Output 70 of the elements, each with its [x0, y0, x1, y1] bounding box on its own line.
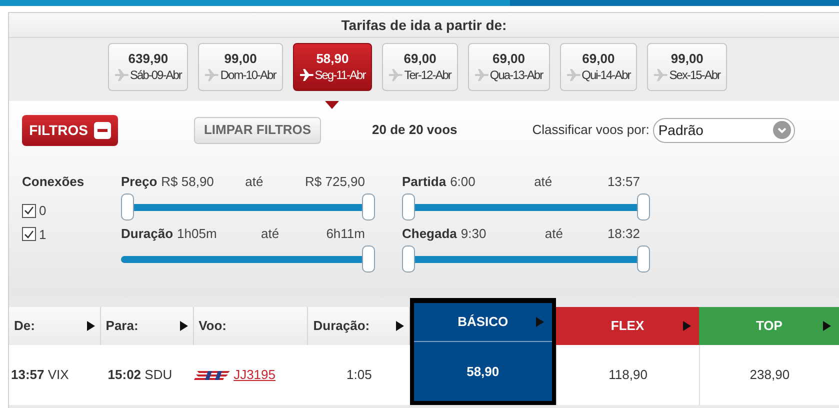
range-max: 6h11m: [326, 225, 365, 244]
date-fare-tab[interactable]: 69,00 Qui-14-Abr: [560, 43, 638, 91]
range-separator: até: [261, 225, 280, 244]
range-min: 1h05m: [177, 225, 218, 244]
column-header[interactable]: De:: [9, 307, 101, 345]
arrival-cell-text: 15:02 SDU: [108, 366, 172, 384]
filter-label: Duração: [121, 225, 174, 244]
range-separator: até: [245, 173, 264, 192]
checkbox[interactable]: [22, 227, 36, 242]
filter-label: Partida: [402, 173, 446, 192]
range-min: 6:00: [450, 173, 476, 192]
sort-icon[interactable]: [86, 321, 95, 331]
checkbox-label: 0: [39, 202, 46, 220]
date-fare-tab[interactable]: 69,00 Qua-13-Abr: [468, 43, 550, 91]
range-slider[interactable]: [402, 244, 650, 274]
range-slider[interactable]: [121, 244, 375, 274]
plane-icon: [389, 69, 404, 81]
slider-handle[interactable]: [637, 246, 650, 272]
plane-icon: [566, 69, 581, 81]
slider-handle[interactable]: [402, 194, 415, 220]
range-max: 13:57: [607, 173, 640, 192]
range-separator: até: [544, 225, 564, 244]
range-max: 18:32: [607, 225, 640, 244]
range-max: R$ 725,90: [305, 173, 365, 192]
column-header[interactable]: Para:: [100, 307, 194, 345]
plane-icon: [474, 69, 489, 81]
dropdown-icon: [773, 121, 792, 139]
filter-label: Chegada: [402, 225, 457, 244]
plane-icon: [205, 69, 220, 81]
range-slider[interactable]: [402, 192, 650, 222]
fare-price[interactable]: 118,90: [556, 345, 700, 405]
checkbox[interactable]: [22, 204, 36, 218]
sort-icon[interactable]: [180, 321, 188, 331]
connections-title: Conexões: [22, 173, 86, 191]
collapse-icon: [94, 122, 111, 138]
plane-icon: [300, 69, 314, 81]
sort-label: Classificar voos por:: [532, 121, 650, 140]
slider-handle[interactable]: [121, 194, 134, 220]
section-title: Tarifas de ida a partir de:: [341, 16, 507, 35]
clear-filters-button[interactable]: LIMPAR FILTROS: [194, 116, 321, 144]
plane-icon: [654, 69, 668, 81]
filters-button[interactable]: FILTROS: [22, 114, 118, 146]
range-slider[interactable]: [121, 192, 375, 222]
flight-count: 20 de 20 voos: [372, 121, 458, 140]
filter-label: Preço: [121, 173, 158, 192]
sort-icon[interactable]: [396, 321, 404, 331]
airline-logo-icon: [194, 370, 230, 380]
date-fare-tab[interactable]: 639,90 Sáb-09-Abr: [108, 43, 188, 91]
slider-handle[interactable]: [362, 194, 375, 220]
plane-icon: [115, 69, 129, 81]
duration-cell-text: 1:05: [346, 366, 372, 384]
sort-icon[interactable]: [823, 321, 832, 331]
date-fare-tab[interactable]: 99,00 Dom-10-Abr: [198, 43, 283, 91]
departure-cell-text: 13:57 VIX: [11, 366, 69, 384]
slider-handle[interactable]: [362, 246, 375, 272]
date-fare-tab[interactable]: 58,90 Seg-11-Abr: [292, 43, 372, 91]
checkbox-label: 1: [39, 226, 46, 244]
range-separator: até: [534, 173, 554, 192]
column-header[interactable]: Duração:: [308, 307, 410, 345]
date-fare-tab[interactable]: 69,00 Ter-12-Abr: [382, 43, 458, 91]
slider-handle[interactable]: [637, 194, 650, 220]
sort-select[interactable]: Padrão: [653, 118, 796, 142]
flight-link[interactable]: JJ3195: [234, 365, 276, 385]
date-fare-tab[interactable]: 99,00 Sex-15-Abr: [647, 43, 727, 91]
fare-price[interactable]: 238,90: [699, 345, 839, 405]
range-min: 9:30: [460, 225, 488, 244]
slider-handle[interactable]: [402, 246, 415, 272]
fare-column-header[interactable]: FLEX: [556, 307, 700, 345]
range-min: R$ 58,90: [161, 173, 215, 192]
column-header[interactable]: Voo:: [194, 307, 308, 345]
